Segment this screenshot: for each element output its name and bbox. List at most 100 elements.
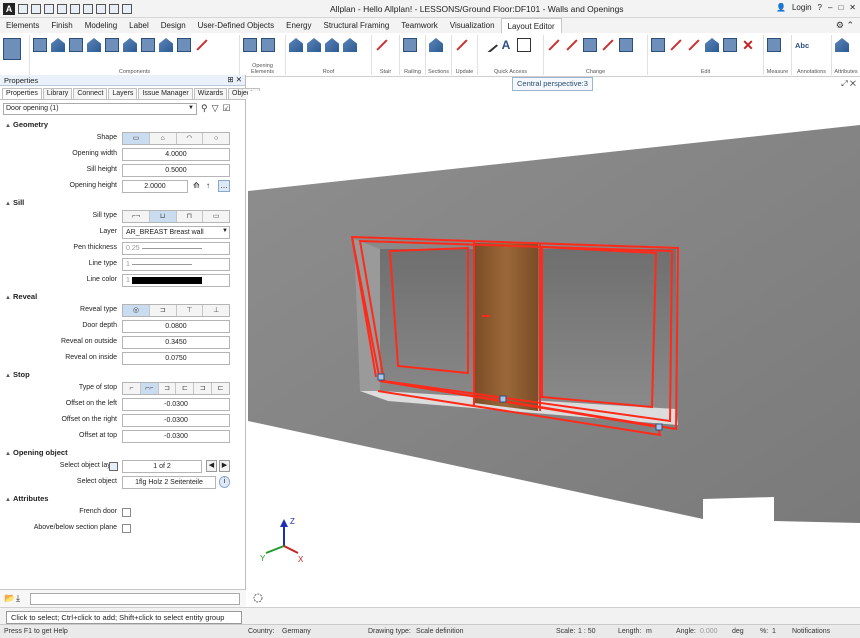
move-icon[interactable] xyxy=(670,39,682,51)
reveal-outside-field[interactable]: 0.3450 xyxy=(122,336,230,349)
panel-close-icon[interactable]: ✕ xyxy=(236,75,242,84)
view-icon[interactable] xyxy=(122,4,132,14)
select-object-field[interactable]: 1flg Holz 2 Seitenteile xyxy=(122,476,216,489)
delete-icon[interactable]: ✕ xyxy=(741,38,755,52)
door-smartpart-icon[interactable] xyxy=(261,38,275,52)
tab-wizards[interactable]: Wizards xyxy=(193,88,227,99)
section-sill[interactable]: ▲ Sill xyxy=(0,195,245,209)
shape-arched-button[interactable]: ⌂ xyxy=(149,133,177,144)
railing-icon[interactable] xyxy=(403,38,417,52)
reveal-inside-field[interactable]: 0.0750 xyxy=(122,352,230,365)
roof-plane-icon[interactable] xyxy=(325,38,339,52)
reveal-type-splay-button[interactable]: ⊤ xyxy=(176,305,204,316)
tab-visualization[interactable]: Visualization xyxy=(444,18,501,33)
sill-type-inside-button[interactable]: ⊔ xyxy=(149,211,177,222)
tab-library[interactable]: Library xyxy=(42,88,73,99)
sill-type-both-button[interactable]: ▭ xyxy=(203,211,229,222)
open-icon[interactable] xyxy=(31,4,41,14)
pin-icon[interactable]: ⊞ xyxy=(227,75,233,84)
roof-icon[interactable] xyxy=(289,38,303,52)
offset-top-field[interactable]: -0.0300 xyxy=(122,430,230,443)
update-icon[interactable] xyxy=(456,39,468,51)
close-view-icon[interactable]: ✕ xyxy=(850,79,856,88)
search-icon[interactable]: ⚲ xyxy=(201,103,208,114)
stretch-icon[interactable] xyxy=(602,39,614,51)
french-door-checkbox[interactable] xyxy=(122,508,131,517)
wall-icon[interactable] xyxy=(33,38,47,52)
tab-energy[interactable]: Energy xyxy=(280,18,317,33)
country-value[interactable]: Germany xyxy=(282,628,311,635)
line-icon[interactable] xyxy=(481,38,498,52)
section-stop[interactable]: ▲ Stop xyxy=(0,367,245,381)
door-icon[interactable] xyxy=(105,38,119,52)
sill-height-field[interactable]: 0.5000 xyxy=(122,164,230,177)
rotate-icon[interactable] xyxy=(688,39,700,51)
library-icon[interactable] xyxy=(3,38,21,60)
previous-button[interactable]: ◀ xyxy=(206,460,217,472)
object-layer-field[interactable]: 1 of 2 xyxy=(122,460,202,473)
door-leaf[interactable] xyxy=(474,243,538,411)
array-icon[interactable] xyxy=(723,38,737,52)
save-favorite-icon[interactable]: ⤓ xyxy=(16,593,20,604)
annotation-text-button[interactable]: Abc xyxy=(795,38,809,50)
layer-icon[interactable] xyxy=(109,462,118,471)
tab-teamwork[interactable]: Teamwork xyxy=(395,18,443,33)
object-type-dropdown[interactable]: Door opening (1) xyxy=(3,102,197,115)
filter-icon[interactable]: ▽ xyxy=(212,103,219,114)
notifications-button[interactable]: Notifications xyxy=(792,628,830,635)
chevron-down-icon[interactable]: ▼ xyxy=(222,228,228,234)
percent-value[interactable]: 1 xyxy=(772,628,776,635)
modify-points-icon[interactable] xyxy=(566,39,578,51)
stop-type-2-button[interactable]: ⌐⌐ xyxy=(140,383,159,394)
settings-icon[interactable] xyxy=(96,4,106,14)
dormer-icon[interactable] xyxy=(307,38,321,52)
above-below-checkbox[interactable] xyxy=(122,524,131,533)
section-icon[interactable] xyxy=(429,38,443,52)
angle-value[interactable]: 0.000 xyxy=(700,628,718,635)
skylight-icon[interactable] xyxy=(343,38,357,52)
copy-icon[interactable] xyxy=(651,38,665,52)
tab-issue-manager[interactable]: Issue Manager xyxy=(138,88,193,99)
stop-type-3-button[interactable]: ⊐ xyxy=(158,383,177,394)
scale-icon[interactable] xyxy=(705,38,719,52)
offset-right-field[interactable]: -0.0300 xyxy=(122,414,230,427)
pen-thickness-dropdown[interactable]: 0.25 xyxy=(122,242,230,255)
change-icon[interactable] xyxy=(548,39,560,51)
more-options-button[interactable]: … xyxy=(218,180,230,192)
shape-rectangular-button[interactable]: ▭ xyxy=(123,133,150,144)
door-depth-field[interactable]: 0.0800 xyxy=(122,320,230,333)
section-geometry[interactable]: ▲ Geometry xyxy=(0,117,245,131)
tab-user-defined-objects[interactable]: User-Defined Objects xyxy=(192,18,280,33)
new-icon[interactable] xyxy=(18,4,28,14)
opening-icon[interactable] xyxy=(177,38,191,52)
offset-left-field[interactable]: -0.0300 xyxy=(122,398,230,411)
recess-icon[interactable] xyxy=(141,38,155,52)
navigation-icon[interactable] xyxy=(253,593,263,603)
niche-icon[interactable] xyxy=(159,38,173,52)
undo-icon[interactable] xyxy=(70,4,80,14)
shape-round-arch-button[interactable]: ◠ xyxy=(176,133,204,144)
beam-icon[interactable] xyxy=(87,38,101,52)
favorites-icon[interactable]: 📂 xyxy=(4,593,15,604)
tab-finish[interactable]: Finish xyxy=(45,18,78,33)
drawing-type-value[interactable]: Scale definition xyxy=(416,628,463,635)
attributes-icon[interactable] xyxy=(835,38,849,52)
restore-view-icon[interactable]: ⤢ xyxy=(841,79,847,88)
reveal-type-double-button[interactable]: ⊥ xyxy=(203,305,229,316)
up-icon[interactable]: ↑ xyxy=(206,181,210,190)
window-smartpart-icon[interactable] xyxy=(243,38,257,52)
favorites-dropdown[interactable] xyxy=(30,593,240,605)
tab-modeling[interactable]: Modeling xyxy=(79,18,123,33)
line-color-dropdown[interactable]: 1 xyxy=(122,274,230,287)
dimension-icon[interactable] xyxy=(517,38,531,52)
redo-icon[interactable] xyxy=(83,4,93,14)
login-button[interactable]: Login xyxy=(792,3,812,12)
offset-icon[interactable] xyxy=(583,38,597,52)
grip-point-middle[interactable] xyxy=(499,395,507,403)
stop-type-5-button[interactable]: ⊐ xyxy=(194,383,213,394)
tab-properties[interactable]: Properties xyxy=(2,88,42,99)
line-type-dropdown[interactable]: 1 xyxy=(122,258,230,271)
column-icon[interactable] xyxy=(69,38,83,52)
length-unit[interactable]: m xyxy=(646,628,652,635)
slab-icon[interactable] xyxy=(51,38,65,52)
